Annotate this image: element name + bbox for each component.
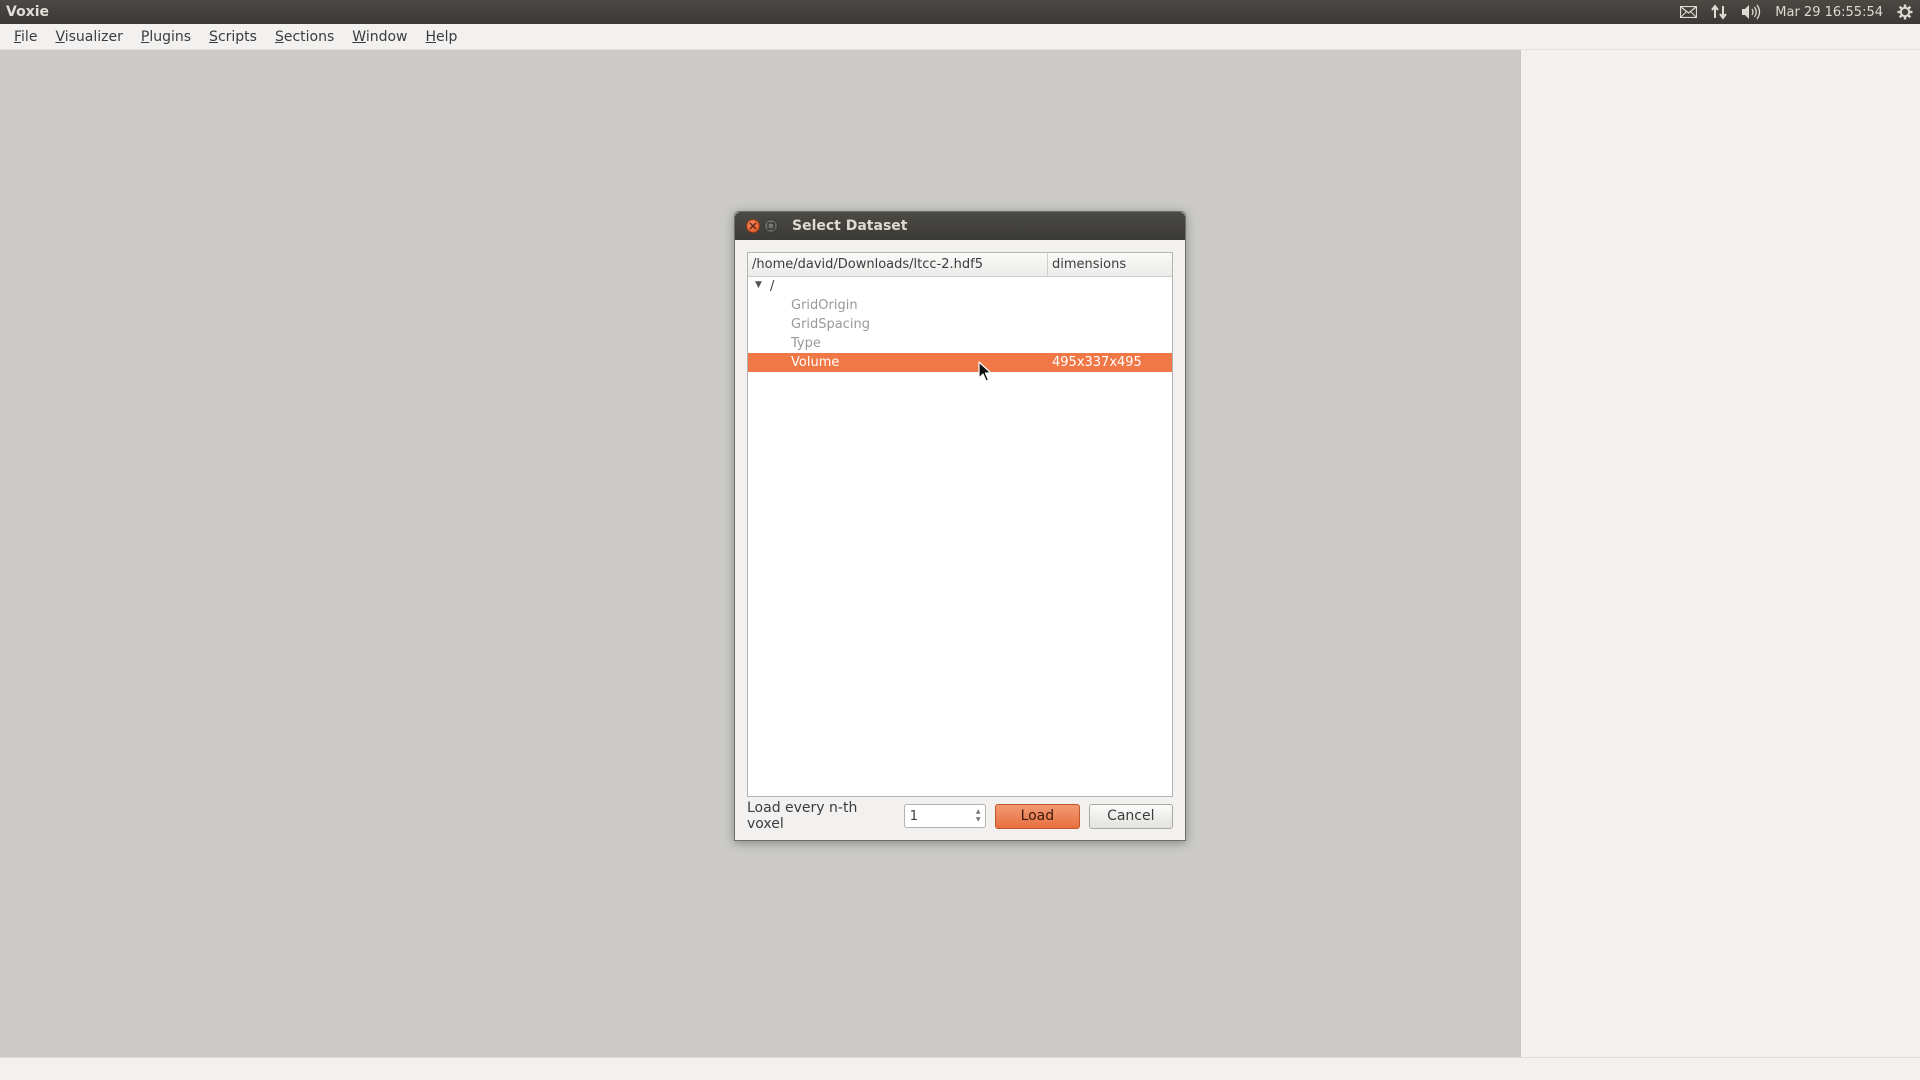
tree-row-dimensions: 495x337x495	[1052, 355, 1142, 370]
menu-sections[interactable]: Sections	[266, 26, 343, 48]
dialog-title: Select Dataset	[792, 218, 908, 234]
tree-row-root[interactable]: ▼ /	[748, 277, 1172, 296]
volume-icon[interactable]	[1734, 0, 1768, 24]
column-header-path[interactable]: /home/david/Downloads/ltcc-2.hdf5	[748, 253, 1048, 276]
select-dataset-dialog: Select Dataset /home/david/Downloads/ltc…	[734, 211, 1186, 841]
nth-voxel-spinbox[interactable]: ▲ ▼	[903, 804, 987, 828]
menu-bar: File Visualizer Plugins Scripts Sections…	[0, 24, 1920, 50]
tree-row-volume[interactable]: Volume 495x337x495	[748, 353, 1172, 372]
tree-row-gridorigin[interactable]: GridOrigin	[748, 296, 1172, 315]
tree-row-name: Type	[791, 336, 821, 351]
spin-down-icon[interactable]: ▼	[976, 816, 981, 824]
top-panel: Voxie Mar 29 16:55:54	[0, 0, 1920, 24]
system-gear-icon[interactable]	[1890, 0, 1920, 24]
tree-row-name: Volume	[791, 355, 840, 370]
expand-triangle-icon[interactable]: ▼	[755, 280, 762, 290]
tree-row-name: GridSpacing	[791, 317, 871, 332]
maximize-window-button[interactable]	[764, 219, 778, 233]
dataset-tree-view[interactable]: /home/david/Downloads/ltcc-2.hdf5 dimens…	[747, 252, 1173, 797]
cancel-button[interactable]: Cancel	[1088, 803, 1173, 829]
menu-window[interactable]: Window	[343, 26, 416, 48]
app-title: Voxie	[6, 4, 50, 20]
spinbox-arrows[interactable]: ▲ ▼	[971, 805, 985, 827]
nth-voxel-input[interactable]	[904, 805, 972, 827]
menu-help[interactable]: Help	[416, 26, 466, 48]
nth-voxel-label: Load every n-th voxel	[747, 800, 858, 832]
mail-icon[interactable]	[1673, 0, 1704, 24]
column-header-dimensions[interactable]: dimensions	[1048, 253, 1172, 276]
tree-row-name: GridOrigin	[791, 298, 858, 313]
close-icon	[749, 222, 757, 230]
load-button[interactable]: Load	[995, 803, 1080, 829]
tree-row-gridspacing[interactable]: GridSpacing	[748, 315, 1172, 334]
clock-text[interactable]: Mar 29 16:55:54	[1768, 0, 1890, 24]
tree-row-name: /	[770, 279, 775, 294]
side-panel	[1520, 50, 1920, 1057]
tree-row-type[interactable]: Type	[748, 334, 1172, 353]
dialog-titlebar[interactable]: Select Dataset	[735, 212, 1185, 240]
menu-file[interactable]: File	[5, 26, 46, 48]
dialog-bottom-controls: Load every n-th voxel ▲ ▼ Load Cancel	[747, 800, 1173, 832]
status-bar	[0, 1057, 1920, 1080]
mouse-pointer-icon	[978, 361, 992, 382]
menu-scripts[interactable]: Scripts	[200, 26, 266, 48]
close-window-button[interactable]	[746, 219, 760, 233]
menu-plugins[interactable]: Plugins	[132, 26, 200, 48]
menu-visualizer[interactable]: Visualizer	[46, 26, 131, 48]
tree-header: /home/david/Downloads/ltcc-2.hdf5 dimens…	[748, 253, 1172, 277]
spin-up-icon[interactable]: ▲	[976, 808, 981, 816]
network-icon[interactable]	[1704, 0, 1734, 24]
indicator-area: Mar 29 16:55:54	[1673, 0, 1920, 24]
maximize-icon	[767, 222, 775, 230]
